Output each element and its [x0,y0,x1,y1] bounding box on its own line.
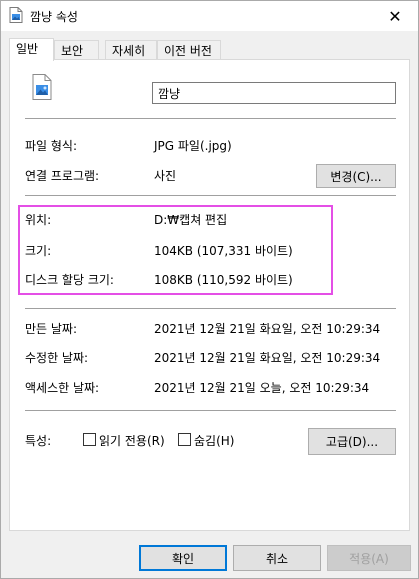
advanced-button[interactable]: 고급(D)... [308,428,396,455]
file-name-input[interactable] [152,82,396,104]
readonly-label[interactable]: 읽기 전용(R) [99,432,165,449]
opens-with-value: 사진 [154,169,177,183]
hidden-label[interactable]: 숨김(H) [194,432,234,449]
modified-label: 수정한 날짜: [25,351,89,365]
hidden-checkbox[interactable] [178,433,191,446]
highlight-box [18,205,333,295]
created-label: 만든 날짜: [25,322,78,336]
image-file-icon [9,7,23,23]
created-value: 2021년 12월 21일 화요일, 오전 10:29:34 [154,322,381,336]
title-bar: 깜냥 속성 ✕ [1,1,418,31]
image-file-icon [32,74,52,100]
tab-panel [9,59,410,531]
window-title: 깜냥 속성 [30,10,78,24]
separator [25,308,396,309]
accessed-label: 액세스한 날짜: [25,381,100,395]
separator [25,410,396,411]
close-button[interactable]: ✕ [372,1,418,31]
tab-general[interactable]: 일반 [9,38,54,61]
ok-button[interactable]: 확인 [139,545,227,571]
opens-with-label: 연결 프로그램: [25,169,100,183]
close-icon: ✕ [388,6,402,26]
attributes-label: 특성: [25,434,52,448]
tab-security[interactable]: 보안 [54,40,99,60]
cancel-button[interactable]: 취소 [233,545,321,571]
apply-button[interactable]: 적용(A) [327,545,411,571]
modified-value: 2021년 12월 21일 화요일, 오전 10:29:34 [154,351,381,365]
file-type-label: 파일 형식: [25,139,78,153]
tab-previous-versions[interactable]: 이전 버전 [157,40,221,60]
separator [25,118,396,119]
change-program-button[interactable]: 변경(C)... [316,164,396,188]
file-type-value: JPG 파일(.jpg) [154,139,232,153]
separator [25,195,396,196]
readonly-checkbox[interactable] [83,433,96,446]
accessed-value: 2021년 12월 21일 오늘, 오전 10:29:34 [154,381,370,395]
properties-dialog: 깜냥 속성 ✕ 일반 보안 자세히 이전 버전 파일 형식: JPG 파일(.j… [0,0,419,579]
tab-details[interactable]: 자세히 [105,40,157,60]
